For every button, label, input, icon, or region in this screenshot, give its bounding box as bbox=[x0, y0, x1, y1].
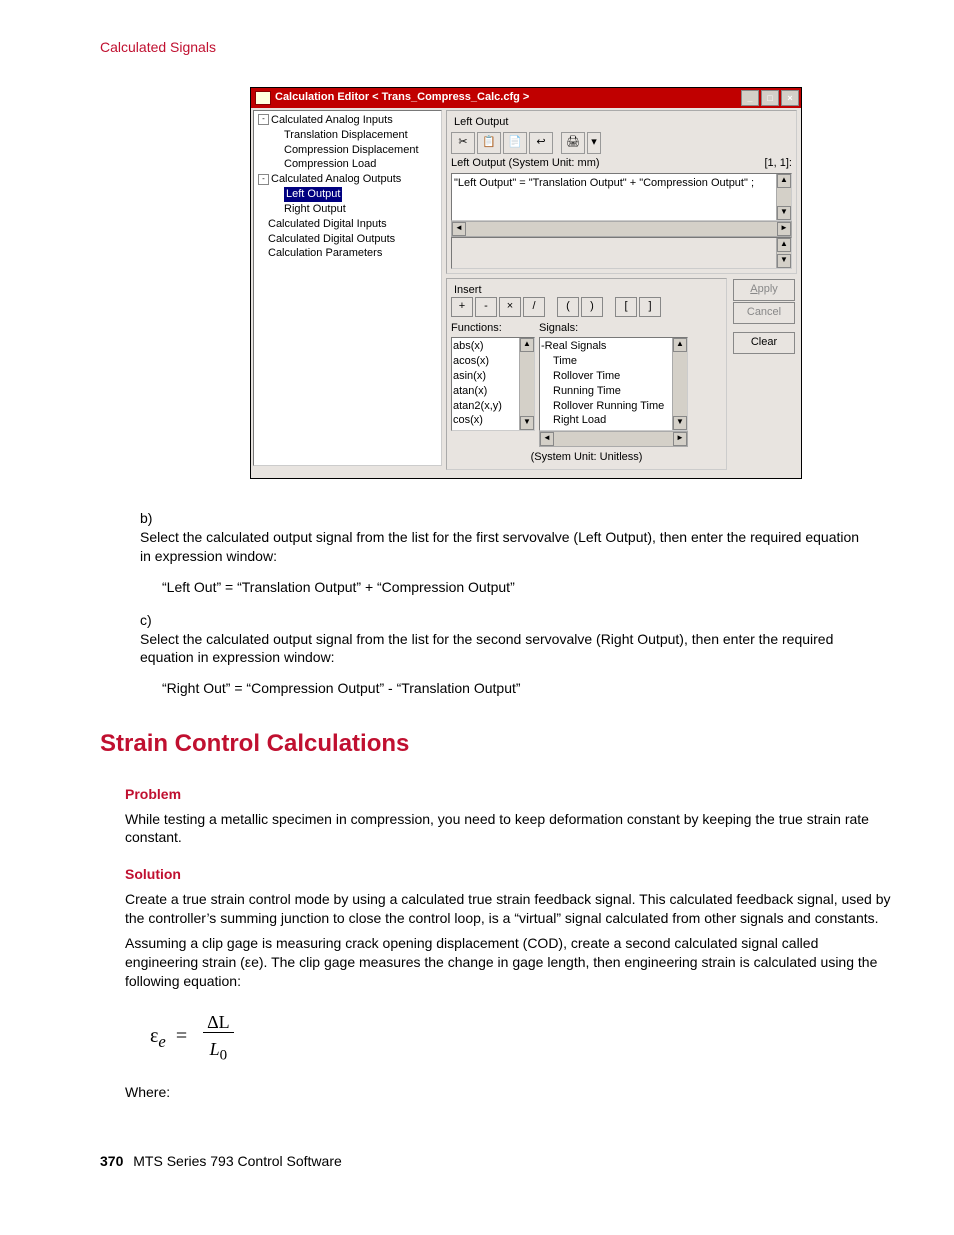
op-mult-button[interactable]: × bbox=[499, 297, 521, 317]
tree-node[interactable]: Right Output bbox=[256, 202, 441, 217]
print-icon[interactable]: 🖨 bbox=[561, 132, 585, 154]
tree-node[interactable]: Translation Displacement bbox=[256, 128, 441, 143]
insert-group: Insert + - × / ( ) [ ] bbox=[446, 278, 727, 471]
tree-node[interactable]: Rollover Time bbox=[541, 369, 686, 384]
step-b-equation: “Left Out” = “Translation Output” + “Com… bbox=[162, 578, 894, 597]
op-lparen-button[interactable]: ( bbox=[557, 297, 579, 317]
horizontal-scrollbar[interactable]: ◄► bbox=[451, 221, 792, 237]
tree-node[interactable]: Running Time bbox=[541, 384, 686, 399]
tree-node[interactable]: Compression Displacement bbox=[256, 143, 441, 158]
op-minus-button[interactable]: - bbox=[475, 297, 497, 317]
step-b-text: Select the calculated output signal from… bbox=[140, 528, 870, 566]
calculation-editor-window: Calculation Editor < Trans_Compress_Calc… bbox=[250, 87, 802, 479]
expression-text: "Left Output" = "Translation Output" + "… bbox=[454, 177, 754, 189]
doc-title: MTS Series 793 Control Software bbox=[133, 1153, 342, 1169]
tree-node[interactable]: Compression Load bbox=[256, 157, 441, 172]
app-icon bbox=[255, 91, 271, 105]
cursor-pos: [1, 1]: bbox=[764, 156, 792, 171]
window-titlebar: Calculation Editor < Trans_Compress_Calc… bbox=[251, 88, 801, 108]
op-plus-button[interactable]: + bbox=[451, 297, 473, 317]
tree-node[interactable]: Calculation Parameters bbox=[256, 246, 441, 261]
undo-icon[interactable]: ↩ bbox=[529, 132, 553, 154]
op-rparen-button[interactable]: ) bbox=[581, 297, 603, 317]
editor-toolbar: ✂ 📋 📄 ↩ 🖨 ▾ bbox=[451, 132, 792, 154]
vertical-scrollbar[interactable]: ▲▼ bbox=[519, 338, 534, 430]
insert-legend: Insert bbox=[451, 283, 485, 298]
maximize-button[interactable]: □ bbox=[761, 90, 779, 106]
instruction-list: b) Select the calculated output signal f… bbox=[140, 509, 894, 698]
minimize-button[interactable]: _ bbox=[741, 90, 759, 106]
section-title: Strain Control Calculations bbox=[100, 728, 894, 760]
tree-node[interactable]: Calculated Analog Inputs bbox=[271, 114, 393, 126]
tree-node[interactable]: Calculated Digital Inputs bbox=[256, 217, 441, 232]
tree-node[interactable]: Rollover Running Time bbox=[541, 399, 686, 414]
horizontal-scrollbar[interactable]: ◄► bbox=[539, 431, 688, 447]
group-legend: Left Output bbox=[451, 115, 511, 130]
tree-collapse-icon[interactable]: - bbox=[258, 114, 269, 125]
copy-icon[interactable]: 📋 bbox=[477, 132, 501, 154]
unit-info: Left Output (System Unit: mm) bbox=[451, 156, 600, 171]
vertical-scrollbar[interactable]: ▲▼ bbox=[672, 338, 687, 430]
solution-heading: Solution bbox=[125, 865, 894, 884]
paste-icon[interactable]: 📄 bbox=[503, 132, 527, 154]
message-area: ▲▼ bbox=[451, 237, 792, 269]
functions-list[interactable]: abs(x) acos(x) asin(x) atan(x) atan2(x,y… bbox=[451, 337, 535, 431]
tree-node[interactable]: Real Signals bbox=[545, 340, 607, 352]
strain-equation: εe = ΔL L0 bbox=[150, 1009, 894, 1066]
step-c-label: c) bbox=[140, 611, 162, 630]
problem-text: While testing a metallic specimen in com… bbox=[125, 810, 894, 848]
window-title: Calculation Editor < Trans_Compress_Calc… bbox=[275, 90, 739, 105]
close-button[interactable]: × bbox=[781, 90, 799, 106]
step-c-text: Select the calculated output signal from… bbox=[140, 630, 870, 668]
clear-button[interactable]: Clear bbox=[733, 332, 795, 354]
step-b-label: b) bbox=[140, 509, 162, 528]
op-div-button[interactable]: / bbox=[523, 297, 545, 317]
page-number: 370 bbox=[100, 1153, 123, 1169]
signals-tree[interactable]: -Real Signals Time Rollover Time Running… bbox=[539, 337, 688, 431]
tree-node[interactable]: Calculated Analog Outputs bbox=[271, 173, 401, 185]
vertical-scrollbar[interactable]: ▲▼ bbox=[776, 238, 791, 268]
cancel-button[interactable]: Cancel bbox=[733, 302, 795, 324]
op-rbracket-button[interactable]: ] bbox=[639, 297, 661, 317]
tree-node[interactable]: Calculated Digital Outputs bbox=[256, 232, 441, 247]
tree-node[interactable]: Right Load bbox=[541, 413, 686, 428]
page-header: Calculated Signals bbox=[100, 38, 894, 57]
expression-editor[interactable]: "Left Output" = "Translation Output" + "… bbox=[451, 173, 792, 221]
step-c-equation: “Right Out” = “Compression Output” - “Tr… bbox=[162, 679, 894, 698]
vertical-scrollbar[interactable]: ▲▼ bbox=[776, 174, 791, 220]
where-label: Where: bbox=[125, 1083, 894, 1102]
tree-collapse-icon[interactable]: - bbox=[258, 174, 269, 185]
output-group: Left Output ✂ 📋 📄 ↩ 🖨 ▾ Left Output (Sys… bbox=[446, 110, 797, 274]
functions-label: Functions: bbox=[451, 321, 535, 336]
app-screenshot: Calculation Editor < Trans_Compress_Calc… bbox=[250, 87, 894, 479]
tree-node-selected[interactable]: Left Output bbox=[284, 187, 342, 202]
tree-node[interactable]: Time bbox=[541, 354, 686, 369]
apply-button[interactable]: AApplypply bbox=[733, 279, 795, 301]
signal-tree[interactable]: -Calculated Analog Inputs Translation Di… bbox=[253, 110, 442, 466]
op-lbracket-button[interactable]: [ bbox=[615, 297, 637, 317]
solution-p1: Create a true strain control mode by usi… bbox=[125, 890, 894, 928]
system-unit-label: (System Unit: Unitless) bbox=[451, 450, 722, 465]
page-footer: 370 MTS Series 793 Control Software bbox=[100, 1152, 894, 1171]
problem-heading: Problem bbox=[125, 785, 894, 804]
cut-icon[interactable]: ✂ bbox=[451, 132, 475, 154]
dropdown-icon[interactable]: ▾ bbox=[587, 132, 601, 154]
signals-label: Signals: bbox=[539, 321, 688, 336]
solution-p2: Assuming a clip gage is measuring crack … bbox=[125, 934, 894, 991]
